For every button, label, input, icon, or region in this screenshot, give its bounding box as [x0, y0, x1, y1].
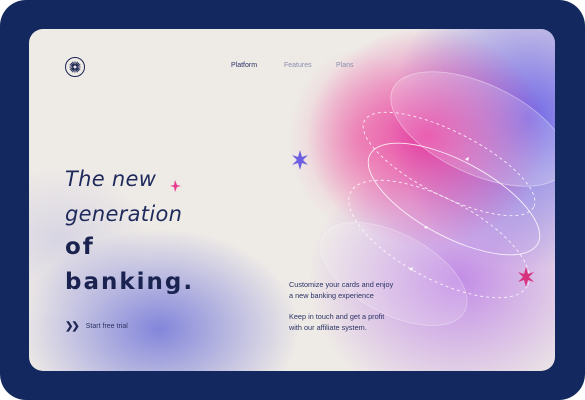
landing-page-card: Platform Features Plans The new generati…: [29, 29, 555, 371]
nav-item-platform[interactable]: Platform: [231, 62, 257, 69]
nav-item-plans[interactable]: Plans: [336, 62, 354, 69]
info-line: Customize your cards and enjoy: [289, 280, 394, 289]
top-navigation: Platform Features Plans: [29, 62, 555, 76]
info-paragraph-customize: Customize your cards and enjoy a new ban…: [289, 279, 439, 301]
headline-line-3: of: [65, 234, 95, 260]
double-chevron-icon: ❯❯: [65, 320, 80, 332]
device-frame: Platform Features Plans The new generati…: [0, 0, 585, 400]
nav-item-features[interactable]: Features: [284, 62, 312, 69]
cta-label: Start free trial: [85, 322, 128, 330]
info-line: Keep in touch and get a profit: [289, 312, 385, 321]
headline-line-2: generation: [65, 202, 183, 226]
info-line: with our affiliate system.: [289, 323, 367, 332]
info-line: a new banking experience: [289, 291, 374, 300]
info-paragraph-affiliate: Keep in touch and get a profit with our …: [289, 311, 439, 333]
start-free-trial-button[interactable]: ❯❯ Start free trial: [65, 320, 128, 332]
headline-line-1: The new: [65, 167, 157, 191]
headline-line-4: banking.: [65, 269, 195, 295]
